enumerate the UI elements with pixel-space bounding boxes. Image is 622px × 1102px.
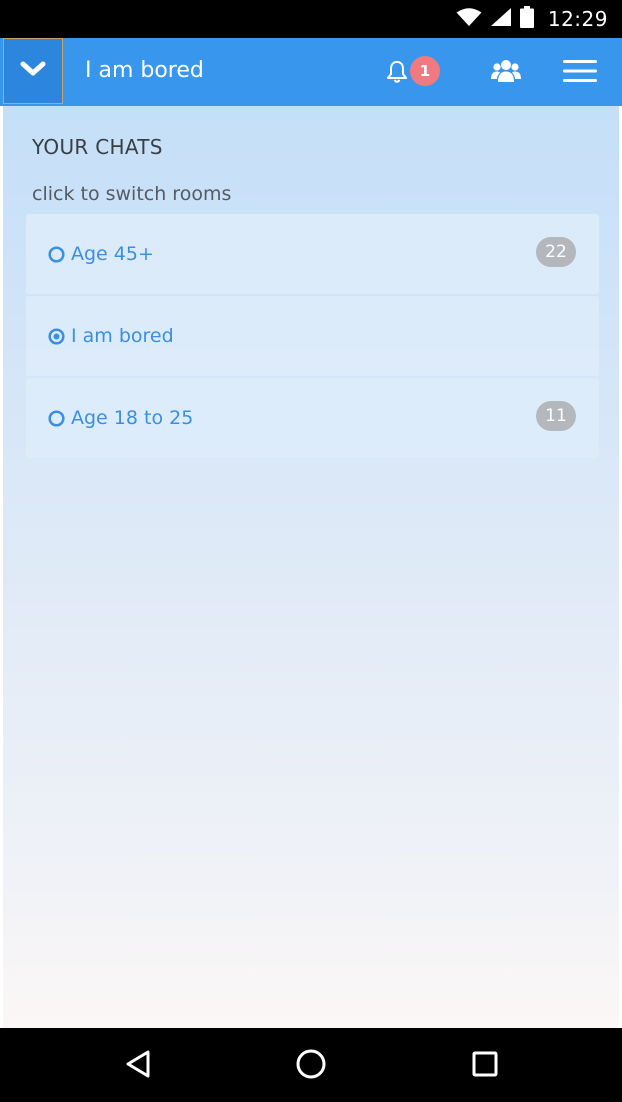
recents-button[interactable]	[465, 1046, 505, 1086]
chevron-down-icon	[20, 60, 46, 82]
chat-room-name: Age 45+	[71, 243, 154, 265]
chat-rooms-panel: YOUR CHATS click to switch rooms Age 45+…	[3, 106, 619, 1028]
notifications-button[interactable]: 1	[384, 56, 444, 90]
chat-room-name: I am bored	[71, 325, 174, 347]
section-heading: YOUR CHATS	[32, 135, 163, 159]
app-bar: I am bored 1	[0, 38, 622, 109]
chat-room-name: Age 18 to 25	[71, 407, 194, 429]
home-circle-icon	[295, 1048, 327, 1084]
users-button[interactable]	[491, 58, 521, 86]
battery-icon	[519, 6, 534, 32]
cell-signal-icon	[490, 7, 512, 31]
recents-square-icon	[471, 1050, 499, 1082]
bell-icon	[386, 60, 408, 88]
system-nav-bar	[0, 1028, 622, 1102]
radio-unselected-icon	[48, 246, 65, 267]
chat-room-item[interactable]: Age 45+ 22	[26, 214, 599, 294]
status-time: 12:29	[547, 7, 608, 31]
status-icons: 12:29	[456, 0, 608, 38]
radio-unselected-icon	[48, 410, 65, 431]
room-dropdown-button[interactable]	[3, 38, 63, 104]
unread-count-badge: 22	[536, 237, 576, 267]
radio-selected-icon	[48, 328, 65, 349]
frame-border-left	[0, 106, 3, 1028]
notification-count-badge: 1	[410, 56, 440, 86]
wifi-icon	[456, 7, 482, 31]
back-button[interactable]	[118, 1046, 158, 1086]
unread-count-badge: 11	[536, 401, 576, 431]
hamburger-menu-icon	[562, 60, 598, 88]
main-menu-button[interactable]	[562, 58, 598, 86]
back-triangle-icon	[124, 1049, 152, 1083]
users-icon	[491, 60, 521, 88]
chat-room-item-active[interactable]: I am bored	[26, 296, 599, 376]
chat-list: Age 45+ 22 I am bored Age 18 to 25 11	[26, 214, 599, 460]
home-button[interactable]	[291, 1046, 331, 1086]
section-hint: click to switch rooms	[32, 183, 232, 205]
app-screen: 12:29 I am bored 1 YOUR CHATS click to s…	[0, 0, 622, 1102]
room-title: I am bored	[85, 58, 204, 83]
status-bar: 12:29	[0, 0, 622, 38]
chat-room-item[interactable]: Age 18 to 25 11	[26, 378, 599, 458]
